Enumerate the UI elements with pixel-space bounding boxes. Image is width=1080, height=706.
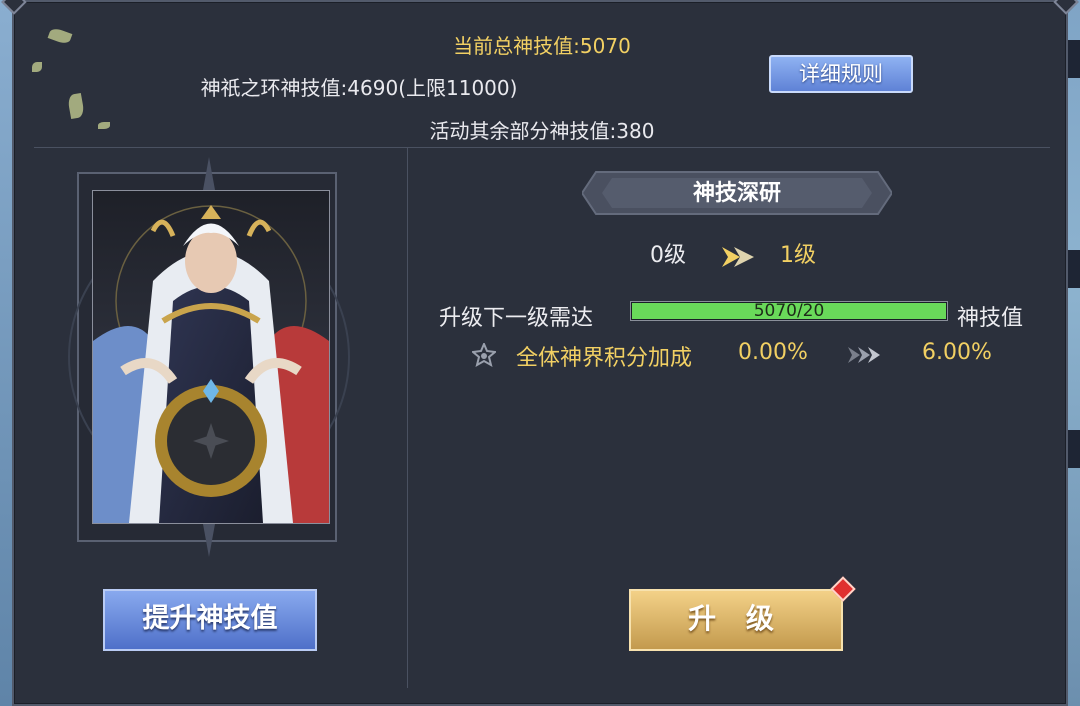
- bonus-next: 6.00%: [922, 340, 992, 365]
- star-badge-icon: [472, 343, 496, 367]
- ring-skill-value: 神祇之环神技值:4690(上限11000): [200, 76, 518, 100]
- leaf-decoration: [32, 62, 42, 72]
- requirement-unit: 神技值: [957, 306, 1024, 331]
- research-title: 神技深研: [692, 180, 781, 206]
- other-skill-value: 活动其余部分神技值:380: [429, 119, 655, 143]
- column-divider: [407, 148, 408, 688]
- double-arrow-icon: [722, 247, 754, 267]
- chevron-right-double-icon: [848, 347, 880, 363]
- progress-text: 5070/20: [753, 301, 825, 321]
- boost-skill-value-button[interactable]: 提升神技值: [103, 589, 317, 651]
- upgrade-button[interactable]: 升 级: [629, 589, 843, 651]
- detailed-rules-button[interactable]: 详细规则: [769, 55, 913, 93]
- header-divider: [34, 147, 1050, 148]
- bonus-current: 0.00%: [738, 340, 808, 365]
- deity-portrait: [92, 190, 330, 524]
- next-level: 1级: [780, 243, 816, 268]
- requirement-label: 升级下一级需达: [439, 306, 594, 331]
- divine-skill-panel: 当前总神技值:5070 神祇之环神技值:4690(上限11000) 活动其余部分…: [1, 0, 1079, 706]
- current-level: 0级: [650, 243, 686, 268]
- background-scenery-left: [0, 0, 12, 706]
- bonus-label: 全体神界积分加成: [516, 346, 693, 371]
- skill-progress-bar: 5070/20: [630, 301, 948, 321]
